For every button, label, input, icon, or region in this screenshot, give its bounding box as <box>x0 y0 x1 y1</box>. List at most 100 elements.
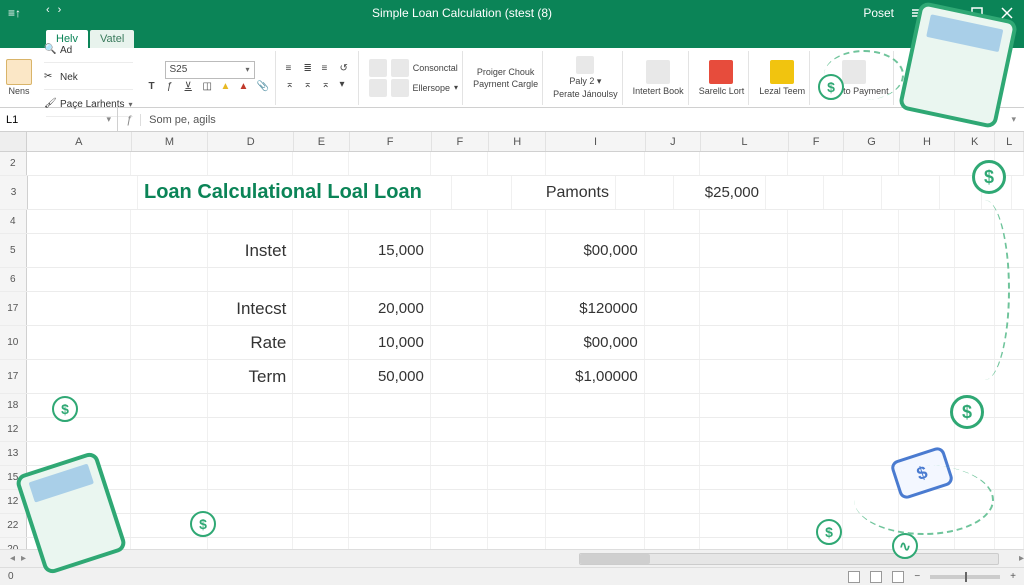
sheet-nav-first-icon[interactable]: ◂ <box>10 553 15 564</box>
cell[interactable] <box>27 210 132 233</box>
cell[interactable] <box>208 490 294 513</box>
loan-title-cell[interactable]: Loan Calculational Loal Loan <box>138 176 452 209</box>
currency-icon[interactable] <box>369 79 387 97</box>
cell[interactable] <box>955 442 995 465</box>
zoom-in-button[interactable]: + <box>1010 571 1016 582</box>
col-header[interactable]: F <box>350 132 432 151</box>
cell[interactable] <box>293 538 349 549</box>
italic-button[interactable]: ƒ <box>167 81 181 95</box>
cell[interactable] <box>488 418 545 441</box>
row-header[interactable]: 6 <box>0 268 27 291</box>
cell[interactable] <box>546 394 645 417</box>
cell[interactable] <box>208 514 294 537</box>
cell[interactable] <box>899 418 955 441</box>
align-right-button[interactable]: ≡ <box>322 63 336 77</box>
underline-button[interactable]: ⊻ <box>185 81 199 95</box>
cell[interactable] <box>131 538 207 549</box>
pamonts-cell[interactable]: Pamonts <box>512 176 616 209</box>
cell[interactable] <box>645 394 701 417</box>
cell[interactable] <box>995 490 1024 513</box>
cell[interactable] <box>349 466 431 489</box>
cell[interactable] <box>349 394 431 417</box>
cell[interactable] <box>645 234 701 267</box>
cell[interactable] <box>349 268 431 291</box>
loan-value2-cell[interactable]: $120000 <box>546 292 645 325</box>
cell[interactable] <box>488 394 545 417</box>
loan-value1-cell[interactable]: 15,000 <box>349 234 431 267</box>
zoom-out-button[interactable]: − <box>914 571 920 582</box>
zoom-slider[interactable] <box>930 575 1000 579</box>
cell[interactable] <box>645 360 701 393</box>
cell[interactable] <box>349 538 431 549</box>
col-header[interactable]: G <box>844 132 899 151</box>
cell[interactable] <box>700 210 788 233</box>
wrap-text-button[interactable]: ↺ <box>340 63 354 77</box>
cell[interactable] <box>293 442 349 465</box>
lezal-button[interactable]: Lezal Teem <box>755 51 810 105</box>
cell[interactable] <box>899 234 955 267</box>
cell[interactable] <box>645 292 701 325</box>
loan-label-cell[interactable]: Term <box>208 360 294 393</box>
cell[interactable] <box>700 234 788 267</box>
cell[interactable] <box>431 466 488 489</box>
loan-value1-cell[interactable]: 10,000 <box>349 326 431 359</box>
format-icon[interactable] <box>391 59 409 77</box>
cell[interactable] <box>488 514 545 537</box>
cell[interactable] <box>843 210 899 233</box>
cell[interactable] <box>546 418 645 441</box>
cell[interactable] <box>488 210 545 233</box>
loan-label-cell[interactable]: Intecst <box>208 292 294 325</box>
cell[interactable] <box>546 442 645 465</box>
row-header[interactable]: 22 <box>0 514 27 537</box>
cell[interactable] <box>645 466 701 489</box>
cell[interactable] <box>546 152 645 175</box>
cell[interactable] <box>208 210 294 233</box>
cell[interactable] <box>788 394 844 417</box>
cell[interactable] <box>27 394 132 417</box>
cell[interactable] <box>700 442 788 465</box>
cell[interactable] <box>349 514 431 537</box>
cell[interactable] <box>843 326 899 359</box>
cell[interactable] <box>431 210 488 233</box>
col-header[interactable]: L <box>701 132 789 151</box>
cell[interactable] <box>788 152 844 175</box>
cell[interactable] <box>431 442 488 465</box>
cell[interactable] <box>645 418 701 441</box>
cell[interactable] <box>995 360 1024 393</box>
cell[interactable] <box>293 326 349 359</box>
find-button[interactable]: 🔍Ad <box>44 39 133 63</box>
cell[interactable] <box>899 360 955 393</box>
cell[interactable] <box>995 466 1024 489</box>
col-header[interactable]: H <box>900 132 955 151</box>
row-header[interactable]: 18 <box>0 394 27 417</box>
cell[interactable] <box>131 268 207 291</box>
cell[interactable] <box>293 394 349 417</box>
cell[interactable] <box>955 538 995 549</box>
cell[interactable] <box>488 538 545 549</box>
cell[interactable] <box>431 326 488 359</box>
cell[interactable] <box>131 234 207 267</box>
amount-cell[interactable]: $25,000 <box>674 176 766 209</box>
border-button[interactable]: ◫ <box>203 81 217 95</box>
cell[interactable] <box>349 442 431 465</box>
col-header[interactable]: M <box>132 132 208 151</box>
col-header[interactable]: E <box>294 132 349 151</box>
cell[interactable] <box>293 152 349 175</box>
paly-group[interactable]: Paly 2 ▾ Perate Jánoulsy <box>549 51 623 105</box>
cell[interactable] <box>788 292 844 325</box>
cell[interactable] <box>208 538 294 549</box>
cell[interactable] <box>208 418 294 441</box>
cell[interactable] <box>843 538 899 549</box>
cell[interactable] <box>700 514 788 537</box>
hscroll-thumb[interactable] <box>580 554 650 564</box>
loan-value2-cell[interactable]: $00,000 <box>546 326 645 359</box>
align-left-button[interactable]: ≡ <box>286 63 300 77</box>
percent-icon[interactable] <box>391 79 409 97</box>
cell[interactable] <box>645 514 701 537</box>
hscroll-right-icon[interactable]: ▸ <box>1019 553 1024 564</box>
cell[interactable] <box>995 442 1024 465</box>
col-header[interactable]: L <box>995 132 1024 151</box>
cell[interactable] <box>546 490 645 513</box>
cell[interactable] <box>431 538 488 549</box>
bold-button[interactable]: T <box>149 81 163 95</box>
